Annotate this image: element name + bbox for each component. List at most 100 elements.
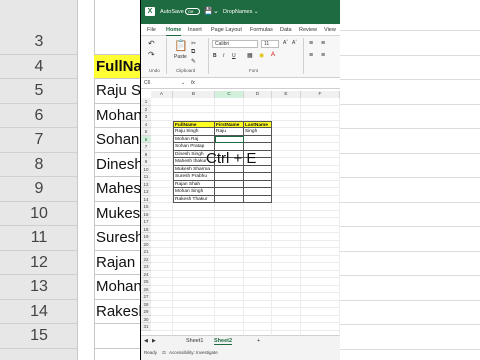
row-header-5[interactable]: 5 [141,128,151,136]
row-header-1[interactable]: 1 [141,98,151,106]
file-name[interactable]: DropNames ⌄ [223,9,258,15]
fill-color-icon[interactable]: ◉ [259,52,264,59]
font-size-select[interactable]: 11 [261,40,279,48]
row-header-19[interactable]: 19 [141,233,151,241]
row-header-10[interactable]: 10 [141,165,151,173]
paste-label[interactable]: Paste [174,54,187,60]
row-header-11[interactable]: 11 [141,173,151,181]
row-header-23[interactable]: 23 [141,263,151,271]
scroll-left-icon[interactable]: ◀ [144,338,148,344]
formula-input[interactable] [203,79,338,87]
row-header-12[interactable]: 12 [141,180,151,188]
chevron-down-icon[interactable]: ⌄ [213,8,219,15]
row-header-6[interactable]: 6 [141,135,151,143]
column-header-f[interactable]: F [301,91,340,98]
row-header-24[interactable]: 24 [141,270,151,278]
chevron-down-icon[interactable]: ⌄ [181,80,185,86]
row-header-31[interactable]: 31 [141,323,151,331]
row-header-14[interactable]: 14 [141,195,151,203]
row-header-27[interactable]: 27 [141,293,151,301]
sheet-tab-sheet2[interactable]: Sheet2 [214,338,233,345]
column-header-b[interactable]: B [173,91,215,98]
row-header-22[interactable]: 22 [141,255,151,263]
add-sheet-button[interactable]: + [257,338,260,344]
column-header-a[interactable]: A [151,91,173,98]
table-cell[interactable]: Raju Singh [173,128,215,136]
row-header-16[interactable]: 16 [141,210,151,218]
font-color-icon[interactable]: A [271,52,275,58]
table-header-cell[interactable]: LastName [244,120,272,128]
tab-page-layout[interactable]: Page Layout [211,27,242,33]
bold-button[interactable]: B [213,53,217,59]
table-cell[interactable]: Mohan Singh [173,188,215,196]
borders-icon[interactable]: ▦ [247,52,253,59]
row-header-13[interactable]: 13 [141,188,151,196]
row-header-28[interactable]: 28 [141,300,151,308]
column-header-d[interactable]: D [244,91,272,98]
tab-home[interactable]: Home [166,27,182,36]
name-box[interactable]: C6 [144,80,180,87]
table-header-cell[interactable]: FullName [173,120,215,128]
table-cell[interactable]: Rakesh Thakur [173,195,215,203]
row-header-30[interactable]: 30 [141,315,151,323]
table-cell[interactable]: Singh [244,128,272,136]
accessibility-icon[interactable]: ⚖ [162,350,166,356]
align-top-icon[interactable]: ≡ [309,40,313,47]
row-header-25[interactable]: 25 [141,278,151,286]
table-cell[interactable] [244,173,272,181]
tab-insert[interactable]: Insert [188,27,202,33]
row-header-29[interactable]: 29 [141,308,151,316]
tab-file[interactable]: File [147,27,156,33]
copy-icon[interactable]: ⧉ [191,49,195,56]
table-cell[interactable] [215,188,244,196]
row-header-15[interactable]: 15 [141,203,151,211]
align-middle-icon[interactable]: ≡ [321,40,325,47]
undo-icon[interactable]: ↶ [148,39,155,48]
tab-formulas[interactable]: Formulas [250,27,273,33]
tab-view[interactable]: View [324,27,336,33]
cut-icon[interactable]: ✂ [191,40,196,47]
column-header-c[interactable]: C [215,91,244,98]
table-cell[interactable] [215,173,244,181]
grow-font-icon[interactable]: Aˆ [283,40,288,46]
table-cell[interactable] [244,188,272,196]
row-header-26[interactable]: 26 [141,285,151,293]
insert-function-icon[interactable]: fx [191,80,195,86]
underline-button[interactable]: U [232,53,236,59]
autosave-toggle[interactable]: Off [185,8,200,15]
italic-button[interactable]: I [223,53,224,59]
row-header-7[interactable]: 7 [141,143,151,151]
paste-icon[interactable]: 📋 [174,39,188,52]
sheet-tab-sheet1[interactable]: Sheet1 [186,338,203,344]
scroll-right-icon[interactable]: ▶ [152,338,156,344]
column-header-e[interactable]: E [272,91,301,98]
row-header-4[interactable]: 4 [141,120,151,128]
row-header-17[interactable]: 17 [141,218,151,226]
shrink-font-icon[interactable]: Aˇ [292,40,297,46]
table-cell[interactable]: Raju [215,128,244,136]
redo-icon[interactable]: ↷ [148,50,155,59]
row-header-3[interactable]: 3 [141,113,151,121]
row-header-21[interactable]: 21 [141,248,151,256]
align-left-icon[interactable]: ≡ [309,52,313,59]
tab-data[interactable]: Data [280,27,292,33]
table-header-cell[interactable]: FirstName [215,120,244,128]
row-header-2[interactable]: 2 [141,105,151,113]
table-cell[interactable] [244,135,272,143]
table-cell[interactable] [215,180,244,188]
row-header-20[interactable]: 20 [141,240,151,248]
tab-review[interactable]: Review [299,27,317,33]
table-cell[interactable]: Mohan Raj [173,135,215,143]
table-cell[interactable] [244,195,272,203]
font-name-select[interactable]: Calibri [212,40,258,48]
align-center-icon[interactable]: ≡ [321,52,325,59]
format-painter-icon[interactable]: ✎ [191,58,196,65]
row-header-9[interactable]: 9 [141,158,151,166]
table-cell[interactable]: Suresh Prabhu [173,173,215,181]
table-cell[interactable]: Rajan Shah [173,180,215,188]
row-header-18[interactable]: 18 [141,225,151,233]
table-cell[interactable] [244,180,272,188]
table-cell[interactable] [215,195,244,203]
row-header-8[interactable]: 8 [141,150,151,158]
worksheet-grid[interactable]: A B C D E F 1 2 3 4 5 6 7 8 9 10 11 12 13 14 15 16 17 18 19 20 21 2… [141,89,340,335]
